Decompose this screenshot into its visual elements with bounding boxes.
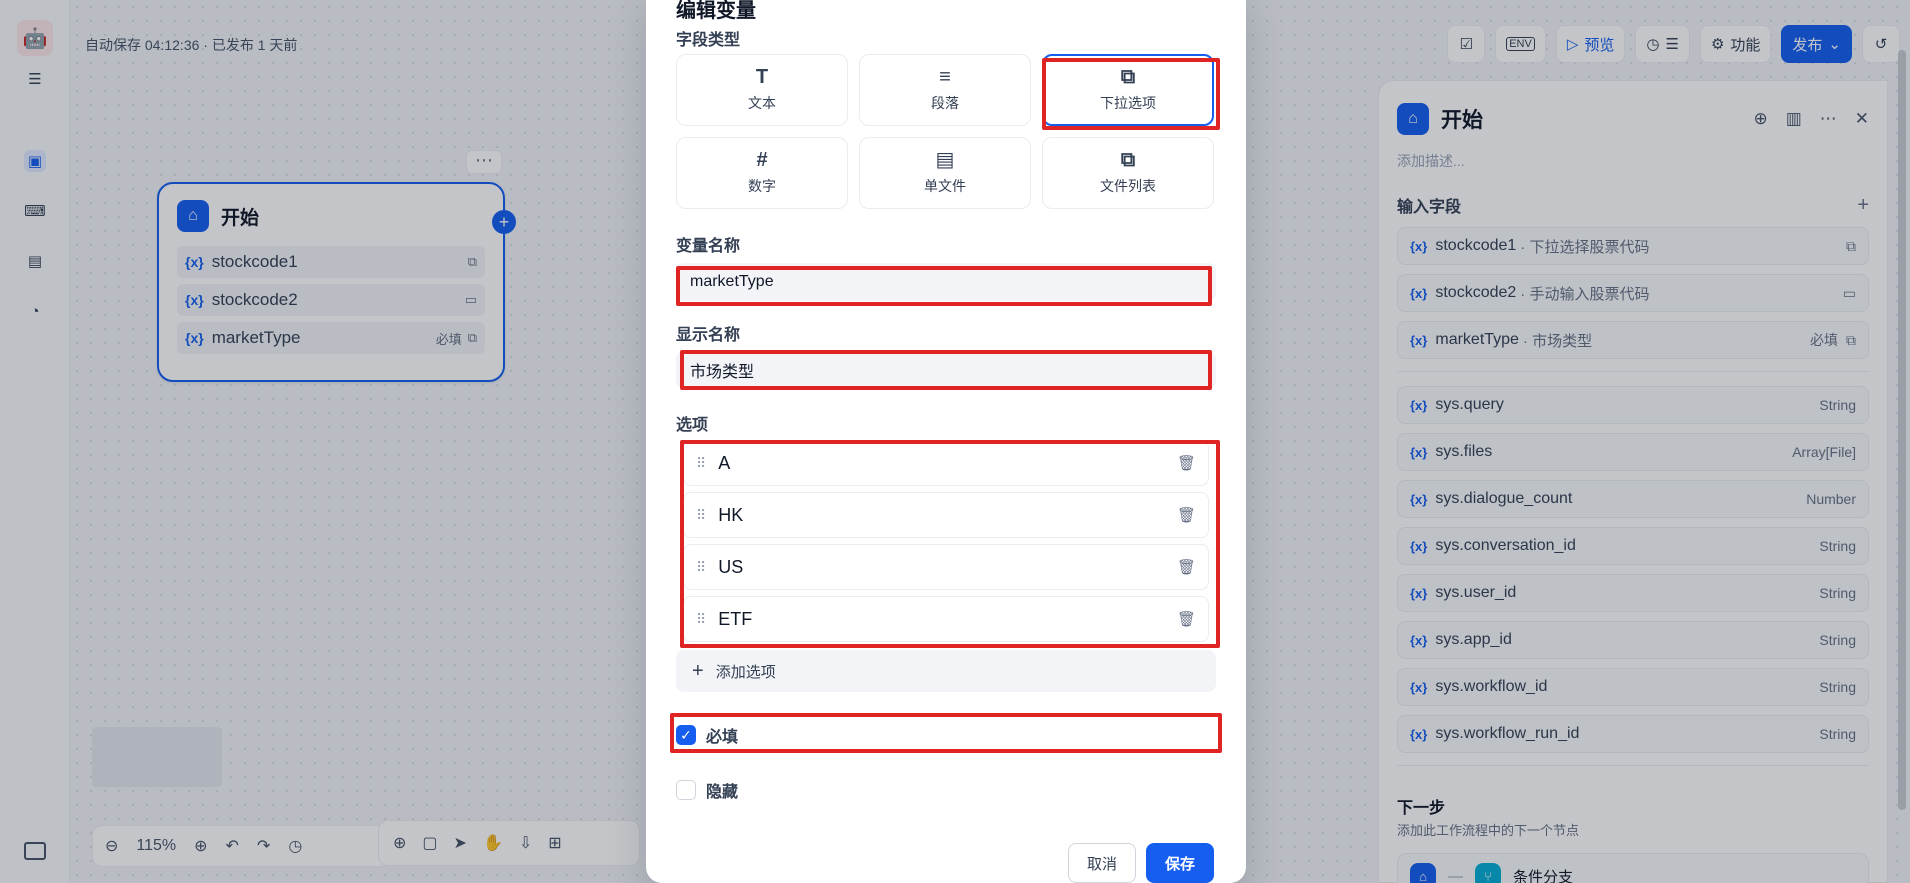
drag-handle-icon[interactable]: ⠿ xyxy=(696,559,706,576)
trash-icon[interactable]: 🗑 xyxy=(1177,454,1196,472)
text-type-icon: T xyxy=(755,66,769,88)
display-name-input[interactable]: 市场类型 xyxy=(676,351,1216,389)
required-checkbox-row[interactable]: ✓ 必填 xyxy=(676,723,738,747)
field-type-label: 字段类型 xyxy=(676,32,741,49)
paragraph-type-icon: ≡ xyxy=(939,66,951,88)
option-value[interactable]: HK xyxy=(718,505,743,526)
option-row[interactable]: ⠿ A 🗑 xyxy=(683,440,1209,486)
required-checkbox[interactable]: ✓ xyxy=(676,725,696,745)
save-button[interactable]: 保存 xyxy=(1146,843,1214,883)
plus-icon: + xyxy=(692,659,704,682)
options-label: 选项 xyxy=(676,417,709,434)
dropdown-type-icon: ⧉ xyxy=(1120,66,1136,88)
type-card-dropdown[interactable]: ⧉ 下拉选项 xyxy=(1042,54,1214,126)
option-row[interactable]: ⠿ HK 🗑 xyxy=(683,492,1209,538)
variable-name-input[interactable]: marketType xyxy=(676,263,1216,301)
file-list-icon: ⧉ xyxy=(1120,149,1136,171)
option-value[interactable]: ETF xyxy=(718,609,752,630)
type-card-number[interactable]: # 数字 xyxy=(676,137,848,209)
type-card-single-file[interactable]: ▤ 单文件 xyxy=(859,137,1031,209)
drag-handle-icon[interactable]: ⠿ xyxy=(696,507,706,524)
display-name-label: 显示名称 xyxy=(676,327,741,344)
variable-name-label: 变量名称 xyxy=(676,238,741,255)
add-option-button[interactable]: + 添加选项 xyxy=(676,650,1216,692)
edit-variable-modal: 编辑变量 字段类型 T 文本 ≡ 段落 ⧉ 下拉选项 # 数字 ▤ 单文件 ⧉ … xyxy=(646,0,1246,883)
drag-handle-icon[interactable]: ⠿ xyxy=(696,455,706,472)
modal-title: 编辑变量 xyxy=(676,0,756,22)
drag-handle-icon[interactable]: ⠿ xyxy=(696,611,706,628)
file-icon: ▤ xyxy=(935,149,955,171)
option-value[interactable]: A xyxy=(718,453,730,474)
type-card-paragraph[interactable]: ≡ 段落 xyxy=(859,54,1031,126)
number-type-icon: # xyxy=(756,149,768,171)
trash-icon[interactable]: 🗑 xyxy=(1177,610,1196,628)
cancel-button[interactable]: 取消 xyxy=(1068,843,1136,883)
type-card-file-list[interactable]: ⧉ 文件列表 xyxy=(1042,137,1214,209)
option-value[interactable]: US xyxy=(718,557,743,578)
option-row[interactable]: ⠿ ETF 🗑 xyxy=(683,596,1209,642)
type-card-text[interactable]: T 文本 xyxy=(676,54,848,126)
trash-icon[interactable]: 🗑 xyxy=(1177,506,1196,524)
option-row[interactable]: ⠿ US 🗑 xyxy=(683,544,1209,590)
hidden-checkbox-row[interactable]: 隐藏 xyxy=(676,778,738,802)
trash-icon[interactable]: 🗑 xyxy=(1177,558,1196,576)
hidden-checkbox[interactable] xyxy=(676,780,696,800)
